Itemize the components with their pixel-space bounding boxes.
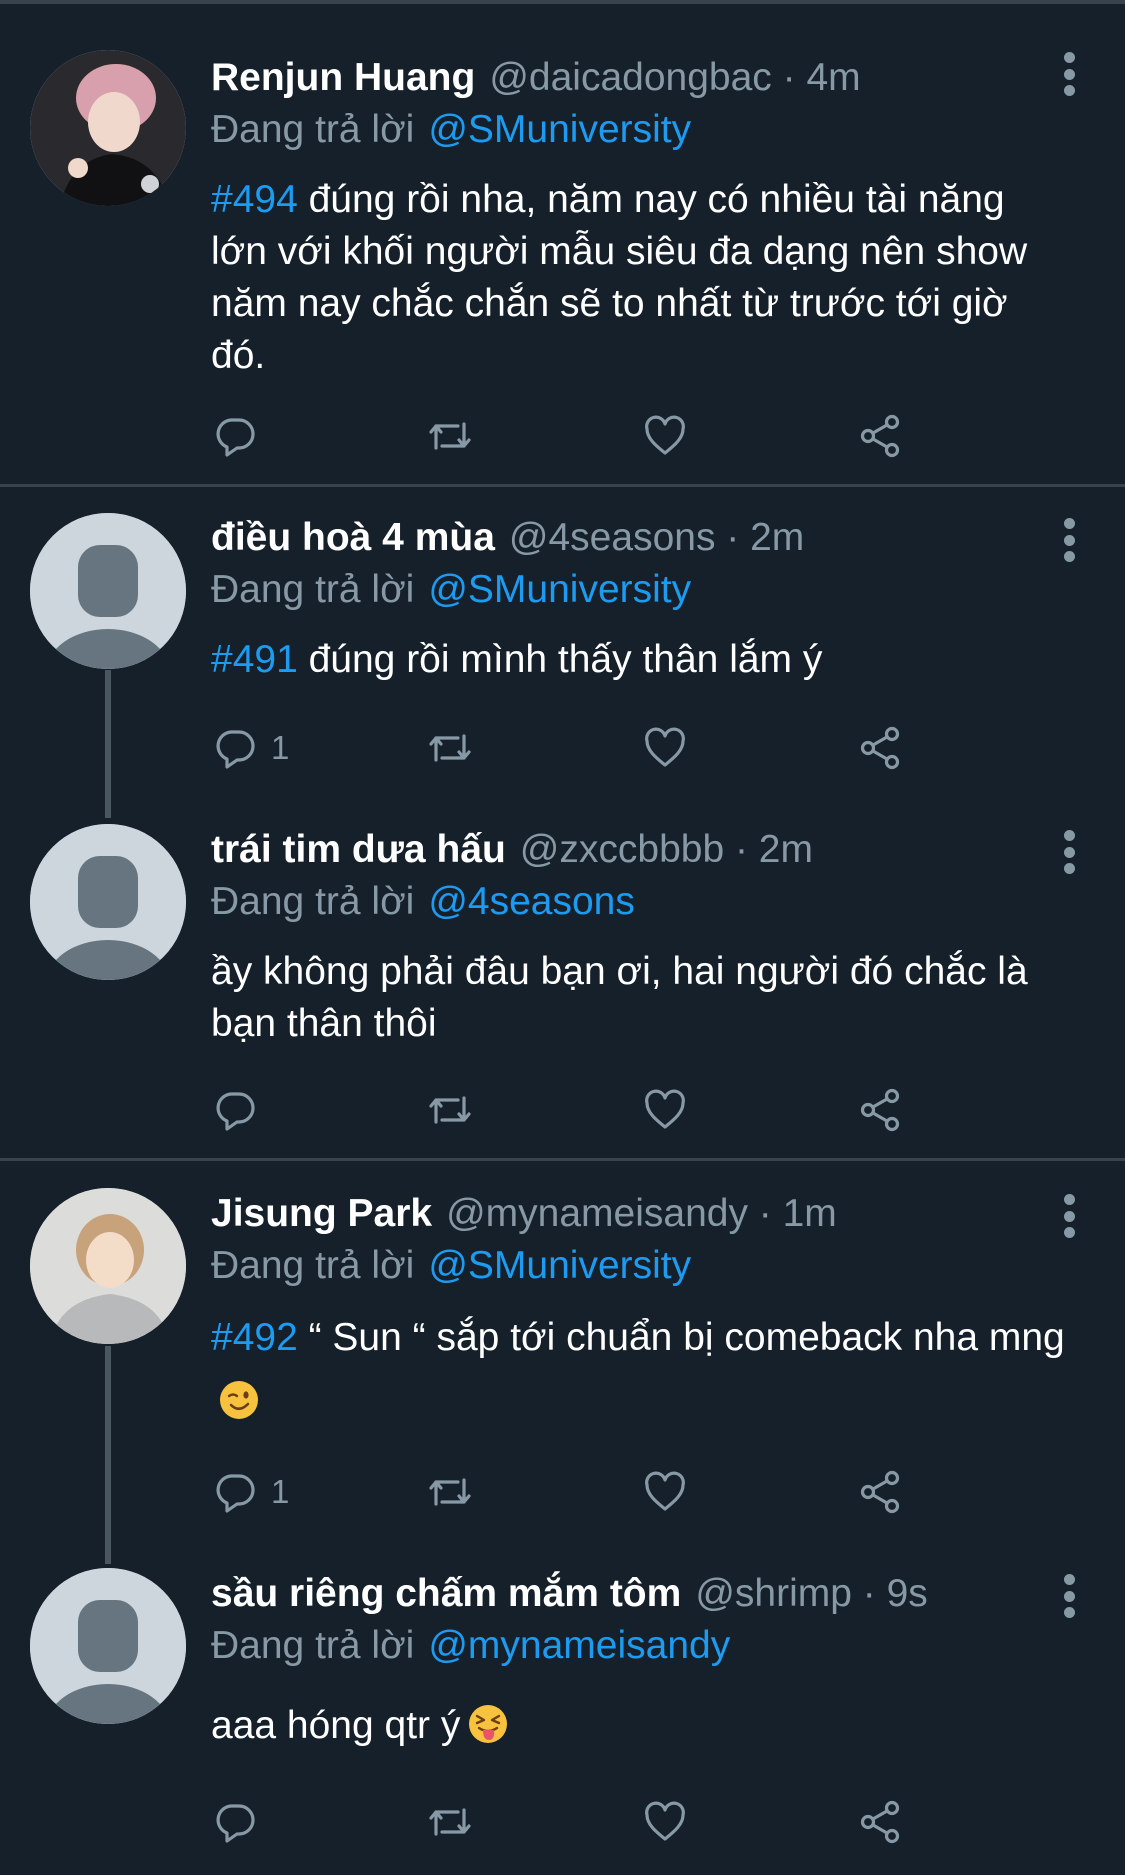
tweet-text: #494 đúng rồi nha, năm nay có nhiều tài … [211, 174, 1065, 382]
tweet-body: “ Sun “ sắp tới chuẩn bị comeback nha mn… [297, 1316, 1065, 1359]
like-button[interactable] [641, 410, 689, 462]
share-button[interactable] [856, 1466, 904, 1518]
reply-mention-link[interactable]: @4seasons [428, 880, 635, 924]
hashtag-link[interactable]: #492 [211, 1316, 298, 1359]
reply-mention-link[interactable]: @SMuniversity [428, 568, 691, 612]
reply-mention-link[interactable]: @mynameisandy [428, 1624, 730, 1668]
like-icon [645, 1801, 685, 1841]
reply-button[interactable]: 1 [211, 722, 289, 774]
reply-icon [216, 1474, 255, 1513]
retweet-icon [429, 422, 471, 450]
reply-count: 1 [271, 1473, 290, 1510]
handle-timestamp: @shrimp · 9s [695, 1572, 928, 1615]
reply-button[interactable] [211, 410, 271, 462]
more-options-icon[interactable] [1057, 1194, 1081, 1238]
like-button[interactable] [641, 722, 689, 774]
tweet-text: aaa hóng qtr ý [211, 1694, 1065, 1758]
retweet-icon [429, 1478, 471, 1506]
like-button[interactable] [641, 1796, 689, 1848]
thread-line [105, 1346, 111, 1564]
more-options-icon[interactable] [1057, 830, 1081, 874]
retweet-icon [429, 1808, 471, 1836]
replying-label: Đang trả lời [211, 1244, 415, 1287]
tongue-out-emoji [469, 1705, 508, 1743]
retweet-button[interactable] [426, 1796, 474, 1848]
thread-line [105, 670, 111, 818]
handle-timestamp: @mynameisandy · 1m [446, 1192, 837, 1235]
replying-label: Đang trả lời [211, 880, 415, 923]
retweet-button[interactable] [426, 410, 474, 462]
top-divider [0, 0, 1125, 4]
share-icon [860, 1800, 900, 1844]
share-icon [860, 414, 900, 458]
share-button[interactable] [856, 722, 904, 774]
default-profile-icon [30, 513, 186, 669]
retweet-button[interactable] [426, 1466, 474, 1518]
avatar[interactable] [30, 50, 186, 206]
default-profile-icon [30, 824, 186, 980]
replying-label: Đang trả lời [211, 1624, 415, 1667]
like-icon [645, 1089, 685, 1129]
share-button[interactable] [856, 1796, 904, 1848]
reply-button[interactable] [211, 1084, 271, 1136]
tweet-text: #492 “ Sun “ sắp tới chuẩn bị comeback n… [211, 1306, 1065, 1434]
like-button[interactable] [641, 1466, 689, 1518]
share-button[interactable] [856, 1084, 904, 1136]
display-name[interactable]: Renjun Huang [211, 56, 475, 100]
like-icon [645, 1471, 685, 1511]
tweet-divider [0, 484, 1125, 487]
tweet-body: đúng rồi mình thấy thân lắm ý [297, 638, 823, 681]
reply-mention-link[interactable]: @SMuniversity [428, 1244, 691, 1288]
winking-face-emoji [220, 1381, 258, 1419]
display-name[interactable]: trái tim dưa hấu [211, 828, 506, 872]
avatar[interactable] [30, 1568, 186, 1724]
display-name[interactable]: điều hoà 4 mùa [211, 516, 495, 560]
share-icon [860, 1088, 900, 1132]
reply-count: 1 [271, 729, 290, 766]
default-profile-icon [30, 1568, 186, 1724]
handle-timestamp: @daicadongbac · 4m [489, 56, 861, 99]
more-options-icon[interactable] [1057, 518, 1081, 562]
reply-button[interactable] [211, 1796, 271, 1848]
share-button[interactable] [856, 410, 904, 462]
tweet-text: #491 đúng rồi mình thấy thân lắm ý [211, 634, 1065, 686]
reply-mention-link[interactable]: @SMuniversity [428, 108, 691, 152]
tweet-body: aaa hóng qtr ý [211, 1704, 461, 1747]
tweet-divider [0, 1158, 1125, 1161]
share-icon [860, 726, 900, 770]
avatar[interactable] [30, 513, 186, 669]
retweet-button[interactable] [426, 722, 474, 774]
reply-icon [216, 418, 255, 457]
reply-button[interactable]: 1 [211, 1466, 289, 1518]
display-name[interactable]: Jisung Park [211, 1192, 432, 1236]
replying-label: Đang trả lời [211, 108, 415, 151]
reply-icon [216, 730, 255, 769]
handle-timestamp: @zxccbbbb · 2m [519, 828, 813, 871]
display-name[interactable]: sầu riêng chấm mắm tôm [211, 1572, 681, 1616]
tweet-text: ầy không phải đâu bạn ơi, hai người đó c… [211, 946, 1065, 1050]
replying-label: Đang trả lời [211, 568, 415, 611]
handle-timestamp: @4seasons · 2m [508, 516, 805, 559]
more-options-icon[interactable] [1057, 52, 1081, 96]
reply-icon [216, 1804, 255, 1843]
like-icon [645, 415, 685, 455]
tweet-body: đúng rồi nha, năm nay có nhiều tài năng … [211, 178, 1028, 377]
hashtag-link[interactable]: #494 [211, 178, 298, 221]
retweet-icon [429, 734, 471, 762]
avatar[interactable] [30, 1188, 186, 1344]
more-options-icon[interactable] [1057, 1574, 1081, 1618]
reply-icon [216, 1092, 255, 1131]
tweet-body: ầy không phải đâu bạn ơi, hai người đó c… [211, 950, 1028, 1045]
retweet-button[interactable] [426, 1084, 474, 1136]
like-button[interactable] [641, 1084, 689, 1136]
share-icon [860, 1470, 900, 1514]
retweet-icon [429, 1096, 471, 1124]
avatar[interactable] [30, 824, 186, 980]
like-icon [645, 727, 685, 767]
hashtag-link[interactable]: #491 [211, 638, 298, 681]
